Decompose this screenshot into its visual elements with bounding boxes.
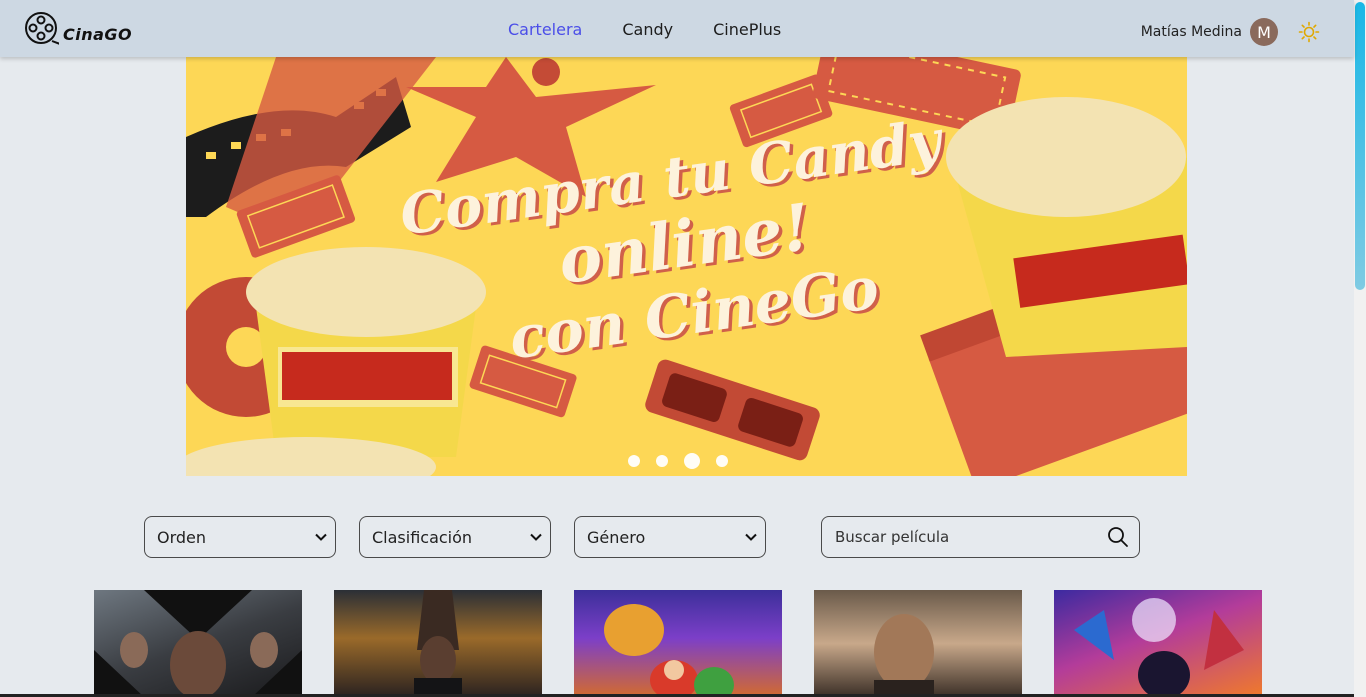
movie-poster[interactable]	[1054, 590, 1262, 697]
movie-search-input[interactable]	[835, 528, 1107, 546]
search-icon[interactable]	[1107, 526, 1129, 548]
nav-candy[interactable]: Candy	[622, 20, 673, 39]
carousel-dot-3[interactable]	[684, 453, 700, 469]
avatar[interactable]: M	[1250, 18, 1278, 46]
top-navbar: CinaGO Cartelera Candy CinePlus Matías M…	[0, 0, 1354, 57]
movie-poster[interactable]	[574, 590, 782, 697]
poster-image	[1074, 598, 1244, 697]
nav-cineplus[interactable]: CinePlus	[713, 20, 781, 39]
logo[interactable]: CinaGO	[24, 11, 132, 46]
theme-toggle-button[interactable]	[1296, 19, 1322, 45]
carousel-dot-2[interactable]	[656, 455, 668, 467]
chevron-down-icon	[315, 533, 327, 541]
genero-select[interactable]: Género	[574, 516, 766, 558]
movie-poster[interactable]	[814, 590, 1022, 697]
clasificacion-select-value: Clasificación	[372, 527, 473, 547]
film-reel-icon	[25, 12, 59, 45]
nav-cartelera[interactable]: Cartelera	[508, 20, 582, 39]
genero-select-value: Género	[587, 527, 646, 547]
carousel-indicators	[628, 453, 728, 469]
clasificacion-select[interactable]: Clasificación	[359, 516, 551, 558]
movie-search-box	[821, 516, 1140, 558]
main-nav: Cartelera Candy CinePlus	[508, 20, 781, 39]
movie-poster[interactable]	[94, 590, 302, 697]
poster-image	[604, 604, 734, 697]
logo-text: CinaGO	[63, 25, 133, 44]
movie-poster[interactable]	[334, 590, 542, 697]
poster-image	[94, 590, 302, 697]
scrollbar[interactable]	[1354, 0, 1366, 697]
chevron-down-icon	[745, 533, 757, 541]
chevron-down-icon	[530, 533, 542, 541]
sun-icon	[1298, 21, 1320, 43]
poster-image	[874, 614, 934, 697]
carousel-dot-4[interactable]	[716, 455, 728, 467]
user-menu: Matías Medina M	[1141, 18, 1322, 46]
orden-select[interactable]: Orden	[144, 516, 336, 558]
promo-banner-carousel[interactable]: Compra tu Candy online! con CineGo	[186, 57, 1187, 476]
orden-select-value: Orden	[157, 527, 207, 547]
poster-image	[414, 590, 462, 697]
scrollbar-thumb[interactable]	[1355, 2, 1365, 290]
user-name[interactable]: Matías Medina	[1141, 24, 1242, 40]
carousel-dot-1[interactable]	[628, 455, 640, 467]
